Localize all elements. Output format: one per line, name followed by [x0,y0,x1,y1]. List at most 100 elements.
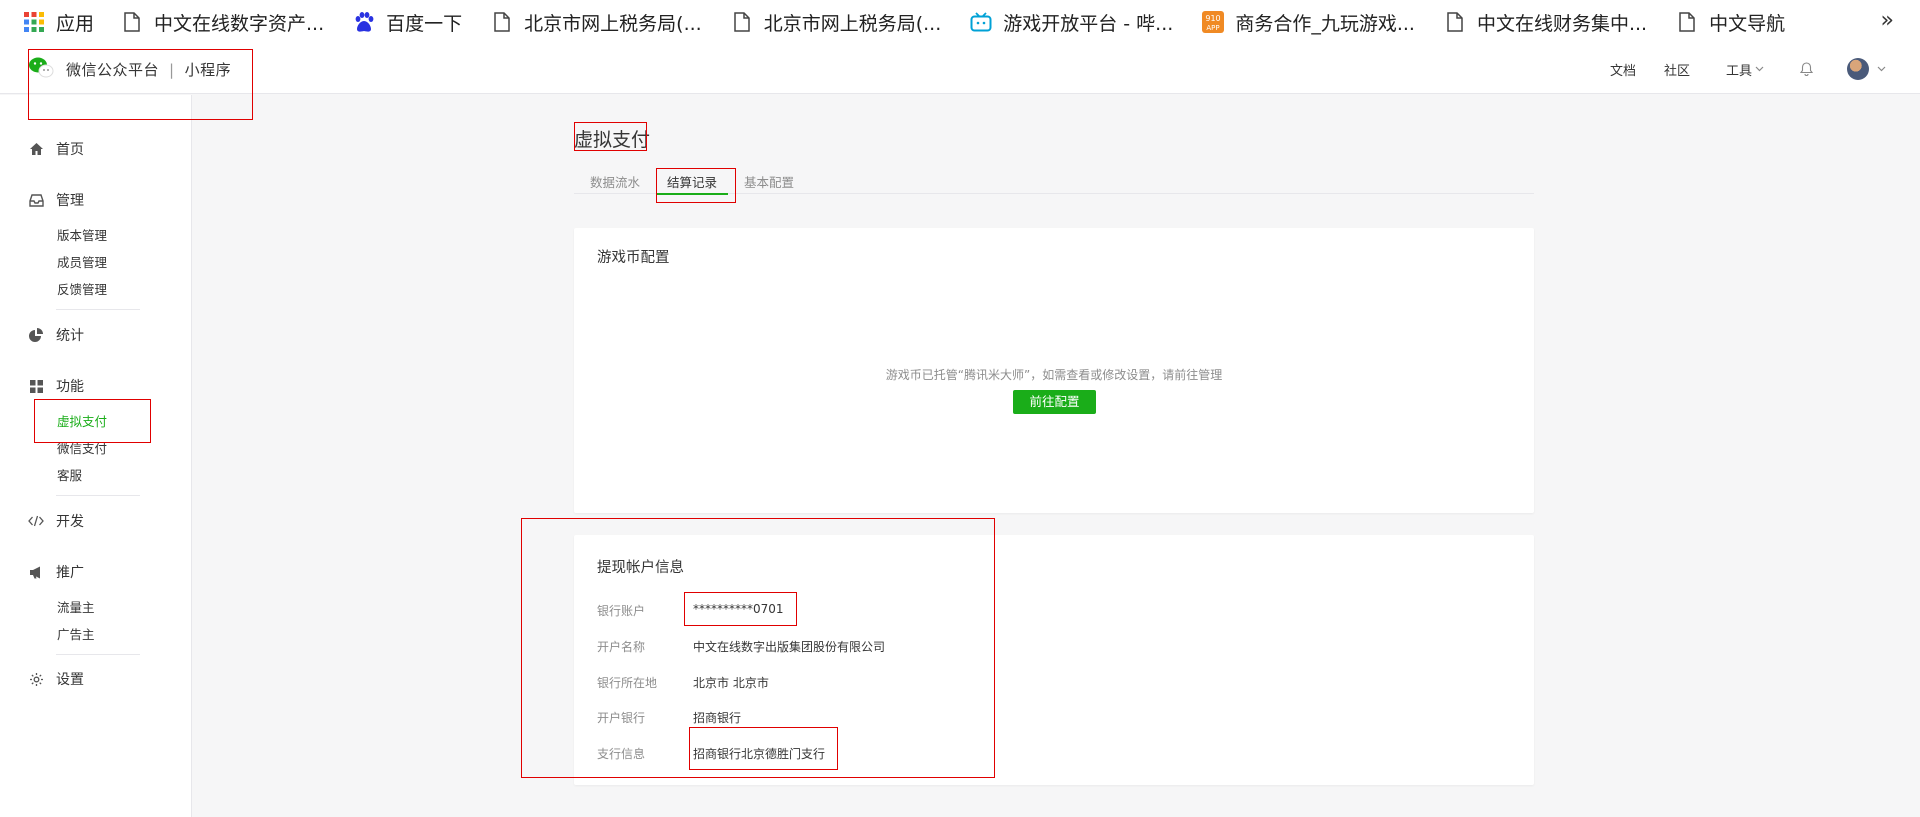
card-title: 提现帐户信息 [597,560,684,576]
bookmark-item[interactable]: 游戏开放平台 - 哔... [969,0,1173,44]
avatar[interactable] [1847,58,1869,80]
submenu: 虚拟支付 微信支付 客服 [28,408,192,489]
submenu: 流量主 广告主 [28,594,192,648]
sidebar-group-promote: 推广 流量主 广告主 [0,560,192,655]
home-icon [28,141,44,157]
page-icon [490,10,514,34]
game-coin-card: 游戏币配置 游戏币已托管“腾讯米大师”，如需查看或修改设置，请前往管理 前往配置 [574,228,1534,513]
bookmarks-bar: 应用 中文在线数字资产... 百度一下 北京市网上税务局(... 北京市网上税务… [0,0,1920,44]
tools-dropdown[interactable]: 工具 [1726,60,1764,79]
bookmark-item[interactable]: 百度一下 [352,0,462,44]
sidebar-item-features[interactable]: 功能 [28,374,192,398]
brand-separator: | [169,60,175,79]
sidebar-subitem-customer-service[interactable]: 客服 [28,462,192,489]
info-label: 支行信息 [597,747,646,761]
bookmark-item[interactable]: 北京市网上税务局(... [490,0,702,44]
sidebar-item-dev[interactable]: 开发 [28,509,84,533]
info-value: 北京市 北京市 [693,676,769,690]
coin-notice-text: 游戏币已托管“腾讯米大师”，如需查看或修改设置，请前往管理 [885,368,1223,382]
megaphone-icon [28,564,44,580]
sidebar-item-label: 设置 [56,672,84,688]
community-link[interactable]: 社区 [1664,60,1690,79]
info-row-branch: 支行信息 招商银行北京德胜门支行 [597,745,825,762]
bookmark-label: 百度一下 [386,12,463,35]
sidebar-subitem-advertiser[interactable]: 广告主 [28,621,192,648]
sidebar-subitem-members[interactable]: 成员管理 [28,249,192,276]
sidebar-item-home[interactable]: 首页 [28,137,84,161]
info-label: 开户名称 [597,640,646,654]
brand-title: 微信公众平台 | 小程序 [66,59,231,80]
bookmark-label: 北京市网上税务局(... [763,12,942,35]
sidebar-subitem-version[interactable]: 版本管理 [28,222,192,249]
info-row-bank: 开户银行 招商银行 [597,709,741,726]
svg-text:910: 910 [1206,14,1221,23]
sidebar-group-settings: 设置 [0,667,84,691]
bookmark-label: 中文导航 [1709,12,1786,35]
sidebar-item-label: 开发 [56,514,84,530]
sidebar-subitem-traffic-owner[interactable]: 流量主 [28,594,192,621]
bookmark-label: 应用 [56,12,95,35]
app910-icon: 910 APP [1201,10,1225,34]
svg-text:APP: APP [1207,24,1220,32]
info-label: 银行账户 [597,604,646,618]
sidebar-subitem-wechat-pay[interactable]: 微信支付 [28,435,192,462]
sidebar-group-dev: 开发 [0,509,84,533]
tab-bar: 数据流水 结算记录 基本配置 [574,172,1534,195]
sidebar-item-settings[interactable]: 设置 [28,667,84,691]
header-actions: 文档 社区 工具 [1582,44,1886,94]
page-icon [120,10,144,34]
bookmark-item[interactable]: 中文在线数字资产... [120,0,324,44]
docs-link[interactable]: 文档 [1610,60,1636,79]
bookmark-apps[interactable]: 应用 [22,0,94,44]
tab-basic-config[interactable]: 基本配置 [732,172,806,194]
notifications-bell-icon[interactable] [1800,62,1813,76]
baidu-paw-icon [352,10,376,34]
code-icon [28,513,44,529]
go-config-button[interactable]: 前往配置 [1013,390,1096,414]
bookmark-item[interactable]: 910 APP 商务合作_九玩游戏... [1201,0,1415,44]
page-icon [1443,10,1467,34]
pie-chart-icon [28,327,44,343]
divider [56,654,140,655]
sidebar-group-manage: 管理 版本管理 成员管理 反馈管理 [0,188,192,310]
bookmark-label: 北京市网上税务局(... [524,12,702,35]
page-title: 虚拟支付 [574,129,651,151]
sidebar-item-manage[interactable]: 管理 [28,188,192,212]
info-row-account-name: 开户名称 中文在线数字出版集团股份有限公司 [597,638,885,655]
brand-logo[interactable]: 微信公众平台 | 小程序 [28,56,231,82]
bookmark-item[interactable]: 中文导航 [1675,0,1785,44]
tab-settlement-records[interactable]: 结算记录 [656,172,729,195]
tab-data-flow[interactable]: 数据流水 [574,172,652,194]
sidebar-group-stats: 统计 [0,323,84,347]
sidebar-item-label: 推广 [56,565,84,581]
brand-name: 微信公众平台 [66,60,160,79]
wechat-logo-icon [28,56,54,82]
grid-icon [28,378,44,394]
sidebar-item-label: 管理 [56,193,84,209]
sidebar-item-stats[interactable]: 统计 [28,323,84,347]
chevron-down-icon [1755,66,1764,72]
divider [56,495,140,496]
more-bookmarks-button[interactable]: » [1881,8,1894,33]
sidebar-item-promote[interactable]: 推广 [28,560,192,584]
info-value: 中文在线数字出版集团股份有限公司 [693,640,886,654]
tools-label: 工具 [1725,63,1752,79]
sidebar: 首页 管理 版本管理 成员管理 反馈管理 统计 功能 虚拟支付 微信支付 客服 [0,95,192,817]
bookmark-label: 中文在线数字资产... [154,12,325,35]
bilibili-tv-icon [969,10,993,34]
bookmark-label: 商务合作_九玩游戏... [1235,12,1415,35]
bookmark-item[interactable]: 中文在线财务集中... [1443,0,1647,44]
sidebar-item-label: 统计 [56,328,84,344]
inbox-icon [28,192,44,208]
sidebar-subitem-feedback[interactable]: 反馈管理 [28,276,192,303]
info-value: **********0701 [693,602,784,616]
submenu: 版本管理 成员管理 反馈管理 [28,222,192,303]
sidebar-subitem-virtual-pay[interactable]: 虚拟支付 [28,408,192,435]
sidebar-item-label: 功能 [56,379,84,395]
chevron-down-icon[interactable] [1877,66,1886,72]
divider [56,309,140,310]
bookmark-label: 中文在线财务集中... [1476,12,1648,35]
sidebar-item-label: 首页 [56,142,84,158]
apps-grid-icon [22,10,46,34]
bookmark-item[interactable]: 北京市网上税务局(... [730,0,942,44]
